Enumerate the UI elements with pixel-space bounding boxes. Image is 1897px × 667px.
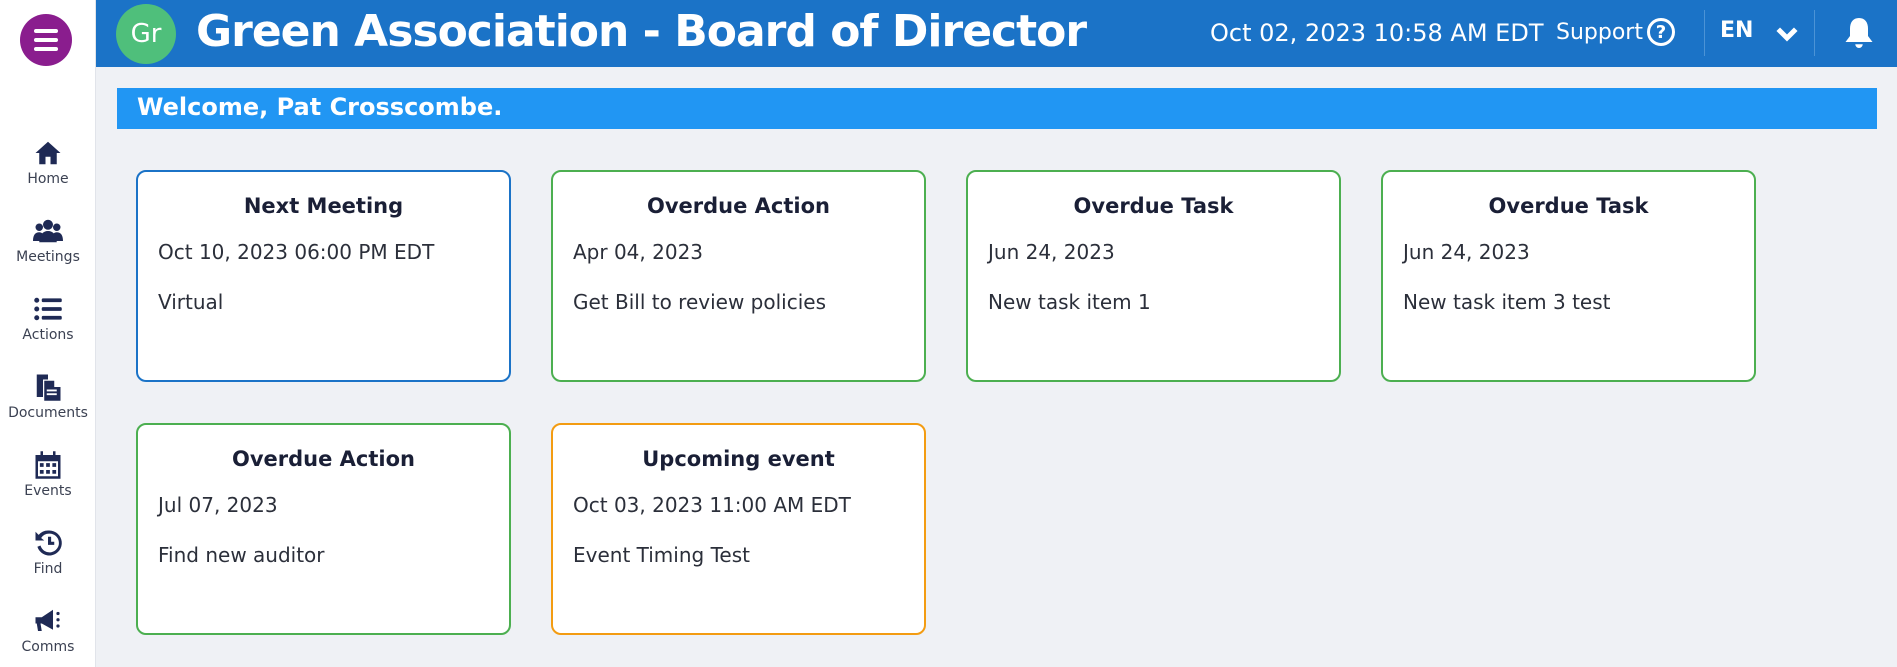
dashboard-card-upcoming-event[interactable]: Upcoming event Oct 03, 2023 11:00 AM EDT… (551, 423, 926, 635)
calendar-icon (35, 451, 61, 479)
sidebar-item-events[interactable]: Events (0, 450, 96, 520)
hamburger-icon-bar (34, 29, 58, 33)
card-date: Jun 24, 2023 (1403, 240, 1530, 264)
card-description: New task item 3 test (1403, 290, 1611, 314)
hamburger-icon-bar (34, 47, 58, 51)
support-label: Support (1556, 19, 1643, 45)
sidebar-item-label: Comms (21, 639, 75, 655)
sidebar-item-label: Actions (22, 327, 74, 343)
card-title: Next Meeting (243, 194, 404, 218)
sidebar-item-label: Events (24, 483, 72, 499)
card-description: Event Timing Test (573, 543, 750, 567)
dashboard-card-overdue-task[interactable]: Overdue Task Jun 24, 2023 New task item … (966, 170, 1341, 382)
card-date: Oct 03, 2023 11:00 AM EDT (573, 493, 851, 517)
sidebar-item-label: Meetings (16, 249, 80, 265)
sidebar-item-actions[interactable]: Actions (0, 294, 96, 364)
sidebar-item-meetings[interactable]: Meetings (0, 216, 96, 286)
support-link[interactable]: Support ? (1556, 18, 1675, 46)
card-date: Jun 24, 2023 (988, 240, 1115, 264)
hamburger-menu-button[interactable] (20, 14, 72, 66)
sidebar: Home Meetings Actions Documents Events F… (0, 0, 96, 667)
card-description: Get Bill to review policies (573, 290, 827, 314)
header-divider (1814, 10, 1815, 56)
card-date: Jul 07, 2023 (158, 493, 278, 517)
current-datetime: Oct 02, 2023 10:58 AM EDT (1210, 19, 1544, 47)
language-selector[interactable]: EN (1720, 18, 1753, 43)
chevron-down-icon[interactable] (1772, 18, 1802, 48)
card-description: Virtual (158, 290, 224, 314)
sidebar-item-documents[interactable]: Documents (0, 372, 96, 442)
documents-icon (36, 374, 61, 401)
list-icon (34, 297, 62, 321)
bell-icon[interactable] (1841, 15, 1877, 51)
card-description: Find new auditor (158, 543, 325, 567)
top-header: Gr Green Association - Board of Director… (96, 0, 1897, 67)
sidebar-item-find[interactable]: Find (0, 528, 96, 598)
org-avatar[interactable]: Gr (116, 4, 176, 64)
card-title: Overdue Action (232, 447, 415, 471)
sidebar-item-home[interactable]: Home (0, 138, 96, 208)
card-date: Oct 10, 2023 06:00 PM EDT (158, 240, 435, 264)
history-icon (35, 530, 62, 556)
help-circle-icon: ? (1646, 18, 1675, 46)
card-title: Overdue Task (1488, 194, 1649, 218)
dashboard-card-overdue-task[interactable]: Overdue Task Jun 24, 2023 New task item … (1381, 170, 1756, 382)
card-title: Overdue Action (647, 194, 830, 218)
sidebar-item-comms[interactable]: Comms (0, 606, 96, 667)
card-title: Upcoming event (642, 447, 835, 471)
card-date: Apr 04, 2023 (573, 240, 704, 264)
dashboard-card-overdue-action[interactable]: Overdue Action Apr 04, 2023 Get Bill to … (551, 170, 926, 382)
header-divider (1704, 10, 1705, 56)
card-description: New task item 1 (988, 290, 1151, 314)
welcome-banner: Welcome, Pat Crosscombe. (117, 88, 1877, 129)
sidebar-item-label: Find (33, 561, 63, 577)
card-title: Overdue Task (1073, 194, 1234, 218)
dashboard-card-next-meeting[interactable]: Next Meeting Oct 10, 2023 06:00 PM EDT V… (136, 170, 511, 382)
users-icon (33, 219, 63, 243)
hamburger-icon-bar (34, 38, 58, 42)
page-title: Green Association - Board of Director (196, 6, 1087, 57)
home-icon (35, 141, 61, 165)
sidebar-item-label: Documents (8, 405, 88, 421)
dashboard-card-overdue-action[interactable]: Overdue Action Jul 07, 2023 Find new aud… (136, 423, 511, 635)
megaphone-icon (35, 609, 60, 631)
sidebar-item-label: Home (27, 171, 69, 187)
